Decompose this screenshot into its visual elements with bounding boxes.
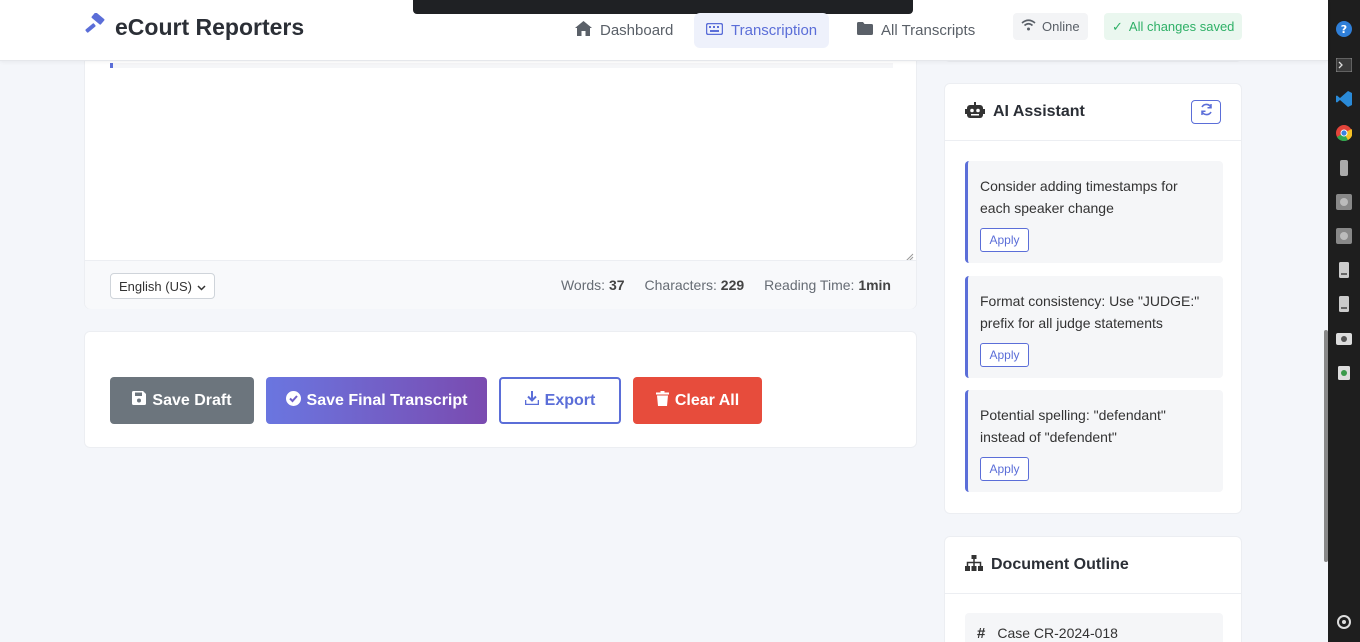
chevron-down-icon [197, 279, 206, 294]
apply-button[interactable]: Apply [980, 228, 1029, 252]
apply-button[interactable]: Apply [980, 343, 1029, 367]
ai-assistant-title: AI Assistant [993, 103, 1085, 120]
nav-transcription[interactable]: Transcription [694, 13, 830, 48]
drive-icon[interactable] [1336, 296, 1352, 312]
settings-icon[interactable] [1336, 614, 1352, 630]
download-icon [524, 391, 539, 410]
drive-icon[interactable] [1336, 262, 1352, 278]
language-select[interactable]: English (US) [110, 273, 215, 299]
editor-text-area[interactable] [110, 63, 893, 68]
top-navbar: eCourt Reporters Dashboard Transcription… [0, 0, 1328, 61]
export-label: Export [544, 391, 596, 409]
help-icon[interactable]: ? [1336, 21, 1352, 37]
resize-handle-icon[interactable] [904, 249, 914, 262]
reading-time: Reading Time: 1min [764, 277, 891, 293]
os-dock: ? [1328, 0, 1360, 642]
clear-all-label: Clear All [674, 391, 740, 409]
status-online-label: Online [1042, 19, 1080, 34]
check-icon: ✓ [1112, 18, 1123, 34]
language-select-value: English (US) [119, 278, 192, 294]
keyboard-icon [705, 22, 724, 39]
refresh-suggestions-button[interactable] [1191, 100, 1221, 124]
nav-all-transcripts[interactable]: All Transcripts [845, 13, 987, 48]
editor-footer: English (US) Words: 37 Characters: 229 R… [85, 260, 916, 309]
home-icon [575, 21, 592, 40]
suggestion-text: Format consistency: Use "JUDGE:" prefix … [980, 293, 1200, 331]
sitemap-icon [965, 554, 983, 576]
suggestion-item: Format consistency: Use "JUDGE:" prefix … [965, 276, 1223, 378]
character-count: Characters: 229 [644, 277, 745, 293]
outline-item[interactable]: # Case CR-2024-018 [965, 613, 1223, 642]
save-draft-label: Save Draft [152, 391, 232, 409]
trash-icon [655, 390, 669, 411]
save-final-button[interactable]: Save Final Transcript [266, 377, 487, 424]
camera-icon[interactable] [1336, 330, 1352, 346]
suggestion-item: Consider adding timestamps for each spea… [965, 161, 1223, 263]
toast-bar [413, 0, 913, 14]
save-final-label: Save Final Transcript [306, 391, 468, 409]
chrome-icon[interactable] [1336, 125, 1352, 141]
ai-assistant-card: AI Assistant Consider adding timestamps … [944, 83, 1242, 514]
nav-transcription-label: Transcription [731, 22, 818, 39]
editor-stats: Words: 37 Characters: 229 Reading Time: … [561, 277, 891, 293]
outline-item-label: Case CR-2024-018 [997, 625, 1118, 641]
folder-icon [857, 22, 873, 39]
ai-assistant-header: AI Assistant [945, 84, 1241, 141]
editor-card: English (US) Words: 37 Characters: 229 R… [84, 40, 917, 309]
document-outline-title: Document Outline [991, 556, 1129, 573]
suggestion-item: Potential spelling: "defendant" instead … [965, 390, 1223, 492]
nav-dashboard-label: Dashboard [600, 22, 674, 39]
apply-button[interactable]: Apply [980, 457, 1029, 481]
save-draft-button[interactable]: Save Draft [110, 377, 254, 424]
status-saved-badge: ✓ All changes saved [1104, 13, 1243, 40]
robot-icon [965, 101, 985, 123]
disk-icon[interactable] [1336, 194, 1352, 210]
terminal-icon[interactable] [1336, 57, 1352, 73]
usb-drive-icon[interactable] [1336, 160, 1352, 176]
hash-icon: # [977, 624, 986, 642]
document-outline-card: Document Outline # Case CR-2024-018 [944, 536, 1242, 642]
suggestion-text: Potential spelling: "defendant" instead … [980, 407, 1166, 445]
disk-icon[interactable] [1336, 228, 1352, 244]
brand-name: eCourt Reporters [115, 14, 305, 40]
status-online-badge: Online [1013, 13, 1088, 40]
export-button[interactable]: Export [499, 377, 621, 424]
suggestion-text: Consider adding timestamps for each spea… [980, 178, 1178, 216]
check-circle-icon [285, 390, 301, 411]
trash-bin-icon[interactable] [1336, 364, 1352, 380]
refresh-icon [1200, 103, 1213, 121]
wifi-icon [1021, 19, 1036, 34]
status-saved-label: All changes saved [1128, 19, 1235, 34]
brand[interactable]: eCourt Reporters [83, 12, 305, 42]
clear-all-button[interactable]: Clear All [633, 377, 762, 424]
vscode-icon[interactable] [1336, 91, 1352, 107]
actions-card: Save Draft Save Final Transcript Export … [84, 331, 917, 448]
document-outline-header: Document Outline [945, 537, 1241, 594]
nav-all-transcripts-label: All Transcripts [881, 22, 976, 39]
gavel-icon [83, 12, 107, 42]
nav-dashboard[interactable]: Dashboard [563, 13, 685, 48]
word-count: Words: 37 [560, 277, 625, 293]
svg-text:?: ? [1341, 23, 1347, 36]
save-icon [132, 391, 147, 410]
